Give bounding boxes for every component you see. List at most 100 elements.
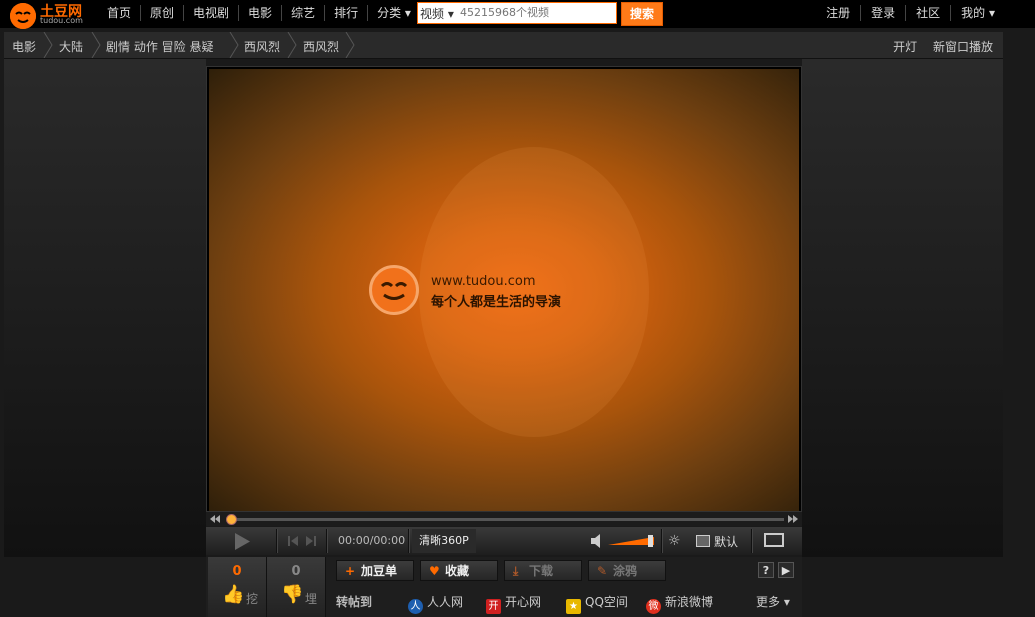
default-size-button[interactable]: 默认	[696, 533, 738, 550]
brightness-icon[interactable]: ☼	[668, 533, 681, 549]
divider	[408, 529, 410, 553]
login-link[interactable]: 登录	[861, 5, 907, 21]
right-panel	[802, 59, 1003, 557]
chevron-right-icon	[287, 32, 297, 58]
share-weibo[interactable]: 微新浪微博	[646, 593, 713, 614]
breadcrumb-title[interactable]: 西风烈	[244, 38, 280, 55]
volume-icon[interactable]	[591, 534, 605, 548]
dig-label: 挖	[246, 592, 259, 606]
search-type-dropdown[interactable]: 视频 ▾	[420, 5, 454, 22]
divider	[276, 529, 278, 553]
search-input[interactable]	[460, 4, 610, 20]
divider	[661, 529, 663, 553]
user-nav: 注册 登录 社区 我的 ▾	[816, 5, 1005, 21]
share-bar: 转帖到 人人人网 开开心网 ★ QQ空间 微新浪微博 更多 ▾	[330, 590, 802, 614]
main-nav: 首页 原创 电视剧 电影 综艺 排行 分类 ▾	[98, 5, 420, 21]
dig-count: 0	[232, 564, 242, 579]
new-window-play-button[interactable]: 新窗口播放	[933, 40, 993, 54]
video-slogan: 每个人都是生活的导演	[431, 295, 562, 310]
add-to-playlist-label: 加豆单	[361, 564, 398, 578]
share-kaixin[interactable]: 开开心网	[486, 593, 541, 614]
player-options: 开灯 新窗口播放	[881, 38, 993, 55]
face-icon	[10, 3, 36, 29]
nav-variety[interactable]: 综艺	[282, 5, 326, 21]
quality-selector[interactable]: 清晰360P	[412, 529, 476, 553]
previous-icon[interactable]	[288, 536, 298, 546]
heart-icon: ♥	[429, 564, 440, 578]
share-renren-label: 人人网	[427, 595, 464, 609]
breadcrumb-movies[interactable]: 电影	[12, 38, 36, 55]
breadcrumb-current: 西风烈	[303, 40, 340, 54]
graffiti-label: 涂鸦	[613, 564, 638, 578]
plus-icon: +	[345, 564, 356, 578]
nav-ranking[interactable]: 排行	[325, 5, 369, 21]
bury-label: 埋	[305, 592, 318, 606]
breadcrumb: 电影 大陆 剧情 动作 冒险 悬疑 西风烈 西风烈 开灯 新窗口播放	[4, 32, 1003, 59]
progress-bar[interactable]	[206, 512, 802, 526]
video-player[interactable]: www.tudou.com 每个人都是生活的导演	[206, 66, 802, 512]
my-menu-dropdown[interactable]: 我的 ▾	[951, 5, 1005, 21]
player-controls: 00:00/00:00 清晰360P ☼ 默认	[206, 527, 802, 555]
favorite-label: 收藏	[445, 564, 470, 578]
nav-category-dropdown[interactable]: 分类 ▾	[368, 5, 420, 21]
time-display: 00:00/00:00	[338, 534, 406, 547]
play-icon[interactable]	[234, 533, 250, 550]
screen-size-icon	[696, 535, 710, 547]
chevron-right-icon	[229, 32, 239, 58]
nav-tv-series[interactable]: 电视剧	[184, 5, 240, 21]
progress-handle[interactable]	[226, 514, 237, 525]
register-link[interactable]: 注册	[816, 5, 862, 21]
tudou-watermark-icon	[369, 265, 419, 315]
nav-original[interactable]: 原创	[141, 5, 185, 21]
volume-handle[interactable]	[648, 535, 653, 547]
chevron-right-icon	[91, 32, 101, 58]
action-buttons: + 加豆单 ♥ 收藏 ⤓ 下载 ✎ 涂鸦 ? ▶	[330, 559, 802, 583]
download-button[interactable]: ⤓ 下载	[504, 560, 582, 581]
rewind-icon[interactable]	[210, 515, 220, 523]
download-label: 下载	[529, 564, 554, 578]
qzone-icon: ★	[566, 599, 581, 614]
graffiti-icon: ✎	[597, 564, 608, 578]
favorite-button[interactable]: ♥ 收藏	[420, 560, 498, 581]
share-qzone-label: QQ空间	[585, 595, 628, 609]
fast-forward-icon[interactable]	[788, 515, 798, 523]
graffiti-button[interactable]: ✎ 涂鸦	[588, 560, 666, 581]
breadcrumb-genres[interactable]: 剧情 动作 冒险 悬疑	[106, 38, 213, 55]
thumbs-down-icon: 👎	[281, 584, 304, 605]
face-icon	[380, 282, 408, 300]
renren-icon: 人	[408, 599, 423, 614]
bury-button[interactable]: 0 👎 埋	[267, 557, 326, 617]
breadcrumb-mainland[interactable]: 大陆	[59, 38, 83, 55]
chevron-right-icon	[345, 32, 355, 58]
search-button[interactable]: 搜索	[621, 2, 663, 26]
add-to-playlist-button[interactable]: + 加豆单	[336, 560, 414, 581]
dig-button[interactable]: 0 👍 挖	[208, 557, 267, 617]
share-label: 转帖到	[336, 595, 373, 609]
divider	[751, 529, 753, 553]
interaction-bar: 0 👍 挖 0 👎 埋 + 加豆单 ♥ 收藏 ⤓ 下载 ✎ 涂鸦 ? ▶ 转帖到 人人人…	[206, 557, 802, 617]
more-share-dropdown[interactable]: 更多 ▾	[756, 593, 790, 610]
weibo-icon: 微	[646, 599, 661, 614]
next-icon[interactable]	[306, 536, 316, 546]
fullscreen-icon[interactable]	[764, 533, 784, 547]
default-size-label: 默认	[714, 535, 739, 549]
video-site-url: www.tudou.com	[431, 274, 536, 289]
share-weibo-label: 新浪微博	[665, 595, 714, 609]
next-page-button[interactable]: ▶	[778, 562, 794, 578]
thumbs-up-icon: 👍	[222, 584, 245, 605]
share-qzone[interactable]: ★ QQ空间	[566, 593, 628, 614]
chevron-right-icon	[43, 32, 53, 58]
nav-movies[interactable]: 电影	[239, 5, 283, 21]
help-button[interactable]: ?	[758, 562, 774, 578]
lights-on-button[interactable]: 开灯	[893, 40, 917, 54]
community-link[interactable]: 社区	[906, 5, 952, 21]
progress-track[interactable]	[230, 518, 784, 521]
video-screen[interactable]: www.tudou.com 每个人都是生活的导演	[209, 69, 799, 511]
tudou-logo-icon	[10, 3, 36, 29]
share-renren[interactable]: 人人人网	[408, 593, 463, 614]
tudou-logo[interactable]: 土豆网 tudou.com	[8, 1, 92, 29]
nav-home[interactable]: 首页	[98, 5, 142, 21]
search-box: 视频 ▾	[417, 2, 617, 24]
left-panel	[4, 59, 206, 557]
logo-subtitle: tudou.com	[40, 16, 83, 25]
